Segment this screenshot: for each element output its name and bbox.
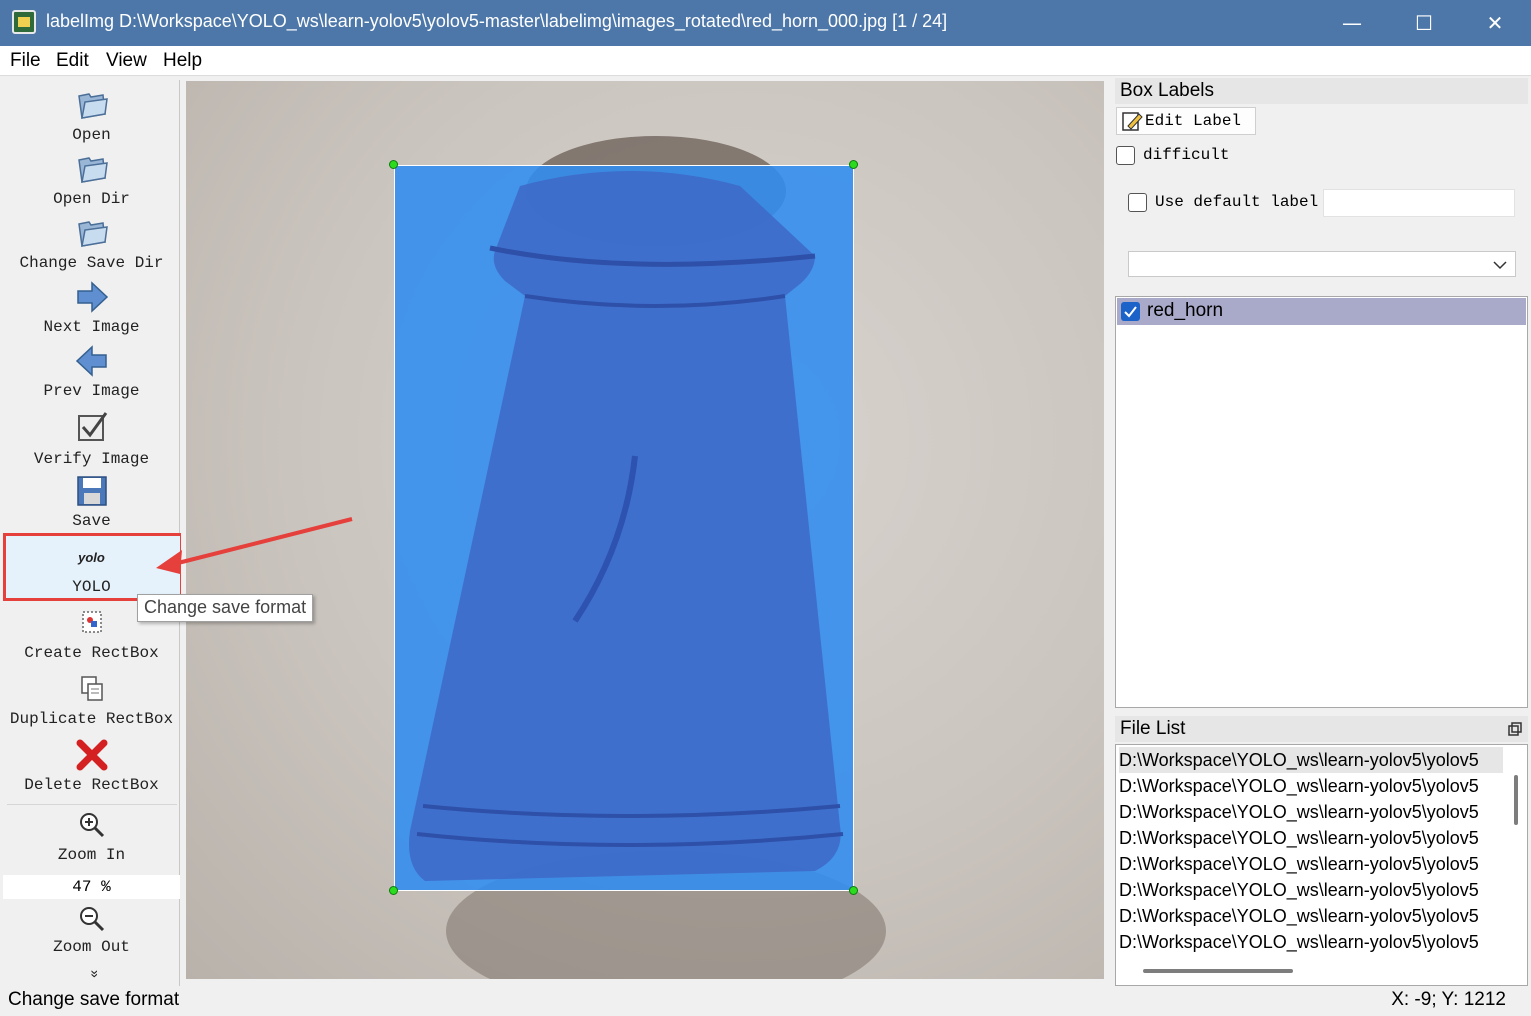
arrow-right-icon [77, 281, 109, 313]
menu-edit[interactable]: Edit [56, 50, 89, 72]
file-list-item[interactable]: D:\Workspace\YOLO_ws\learn-yolov5\yolov5 [1119, 929, 1503, 955]
duplicate-rectbox-label: Duplicate RectBox [9, 710, 174, 728]
file-list-item[interactable]: D:\Workspace\YOLO_ws\learn-yolov5\yolov5 [1119, 773, 1503, 799]
difficult-label: difficult [1143, 146, 1230, 164]
open-dir-label: Open Dir [53, 190, 130, 208]
box-labels-title: Box Labels [1115, 78, 1528, 104]
file-list-item[interactable]: D:\Workspace\YOLO_ws\learn-yolov5\yolov5 [1119, 851, 1503, 877]
create-rectbox-icon [82, 611, 102, 633]
horn-object [409, 171, 844, 881]
menu-view[interactable]: View [106, 50, 147, 72]
use-default-label-text: Use default label [1155, 193, 1319, 211]
file-list-item[interactable]: D:\Workspace\YOLO_ws\learn-yolov5\yolov5 [1119, 903, 1503, 929]
file-list-item[interactable]: D:\Workspace\YOLO_ws\learn-yolov5\yolov5 [1119, 799, 1503, 825]
zoom-in-label: Zoom In [57, 846, 126, 864]
prev-image-label: Prev Image [43, 382, 140, 400]
prev-image-button[interactable]: Prev Image [3, 344, 180, 406]
maximize-button[interactable]: ☐ [1389, 0, 1459, 46]
bbox-handle-top-right[interactable] [849, 160, 858, 169]
folder-open-icon [78, 221, 108, 247]
edit-label-text: Edit Label [1145, 112, 1242, 130]
delete-rectbox-button[interactable]: Delete RectBox [3, 738, 180, 802]
title-bar: labelImg D:\Workspace\YOLO_ws\learn-yolo… [0, 0, 1531, 46]
edit-pencil-icon [1122, 112, 1143, 131]
file-list[interactable]: D:\Workspace\YOLO_ws\learn-yolov5\yolov5… [1115, 744, 1528, 986]
vertical-scrollbar[interactable] [1514, 775, 1518, 825]
label-list[interactable]: red_horn [1115, 296, 1528, 708]
menu-help[interactable]: Help [163, 50, 202, 72]
label-name: red_horn [1147, 300, 1224, 321]
horizontal-scrollbar[interactable] [1143, 969, 1293, 973]
duplicate-rectbox-button[interactable]: Duplicate RectBox [3, 674, 180, 736]
verify-image-label: Verify Image [33, 450, 150, 468]
file-list-item[interactable]: D:\Workspace\YOLO_ws\learn-yolov5\yolov5 [1119, 877, 1503, 903]
edit-label-button[interactable]: Edit Label [1116, 107, 1256, 135]
bbox-handle-bottom-left[interactable] [389, 886, 398, 895]
menu-bar: File Edit View Help [0, 46, 1531, 76]
tooltip: Change save format [137, 594, 314, 622]
change-save-dir-label: Change Save Dir [19, 254, 164, 272]
create-rectbox-label: Create RectBox [24, 644, 159, 662]
use-default-label-checkbox[interactable] [1128, 193, 1147, 212]
open-dir-button[interactable]: Open Dir [3, 152, 180, 214]
arrow-left-icon [75, 345, 107, 377]
delete-rectbox-label: Delete RectBox [24, 776, 159, 794]
label-list-item[interactable]: red_horn [1117, 298, 1526, 325]
verify-image-button[interactable]: Verify Image [3, 410, 180, 472]
file-list-title-text: File List [1120, 718, 1186, 739]
annotation-arrow [156, 517, 353, 574]
float-dock-icon[interactable] [1508, 722, 1522, 736]
bbox-handle-bottom-right[interactable] [849, 886, 858, 895]
zoom-in-button[interactable]: Zoom In [3, 810, 180, 872]
right-panel: Box Labels Edit Label difficult Use defa… [1112, 76, 1531, 986]
difficult-checkbox[interactable] [1116, 146, 1135, 165]
close-button[interactable]: ✕ [1460, 0, 1530, 46]
app-icon [12, 10, 36, 34]
bounding-box-red-horn[interactable] [394, 165, 854, 891]
duplicate-icon [81, 676, 103, 701]
change-save-dir-button[interactable]: Change Save Dir [3, 216, 180, 278]
checkbox-check-icon [78, 412, 108, 441]
label-combobox[interactable] [1128, 251, 1516, 277]
toolbar-separator [7, 804, 177, 805]
file-list-item[interactable]: D:\Workspace\YOLO_ws\learn-yolov5\yolov5 [1119, 747, 1503, 773]
floppy-disk-icon [77, 476, 107, 506]
open-button[interactable]: Open [3, 88, 180, 150]
folder-open-icon [78, 93, 108, 119]
chevron-down-icon [1493, 261, 1507, 270]
minimize-button[interactable]: — [1317, 0, 1387, 46]
next-image-label: Next Image [43, 318, 140, 336]
next-image-button[interactable]: Next Image [3, 280, 180, 342]
status-message: Change save format [8, 989, 180, 1010]
label-checkbox-checked[interactable] [1121, 302, 1140, 321]
delete-x-icon [76, 739, 108, 771]
open-label: Open [72, 126, 111, 144]
window-title: labelImg D:\Workspace\YOLO_ws\learn-yolo… [46, 11, 948, 31]
status-bar: Change save format X: -9; Y: 1212 [0, 986, 1531, 1016]
default-label-input[interactable] [1323, 189, 1515, 217]
file-list-title: File List [1115, 716, 1528, 742]
file-list-item[interactable]: D:\Workspace\YOLO_ws\learn-yolov5\yolov5 [1119, 825, 1503, 851]
folder-open-icon [78, 157, 108, 183]
cursor-coordinates: X: -9; Y: 1212 [1391, 989, 1506, 1010]
zoom-in-icon [80, 813, 105, 838]
checkmark-icon [1124, 306, 1137, 318]
menu-file[interactable]: File [10, 50, 41, 72]
bbox-handle-top-left[interactable] [389, 160, 398, 169]
